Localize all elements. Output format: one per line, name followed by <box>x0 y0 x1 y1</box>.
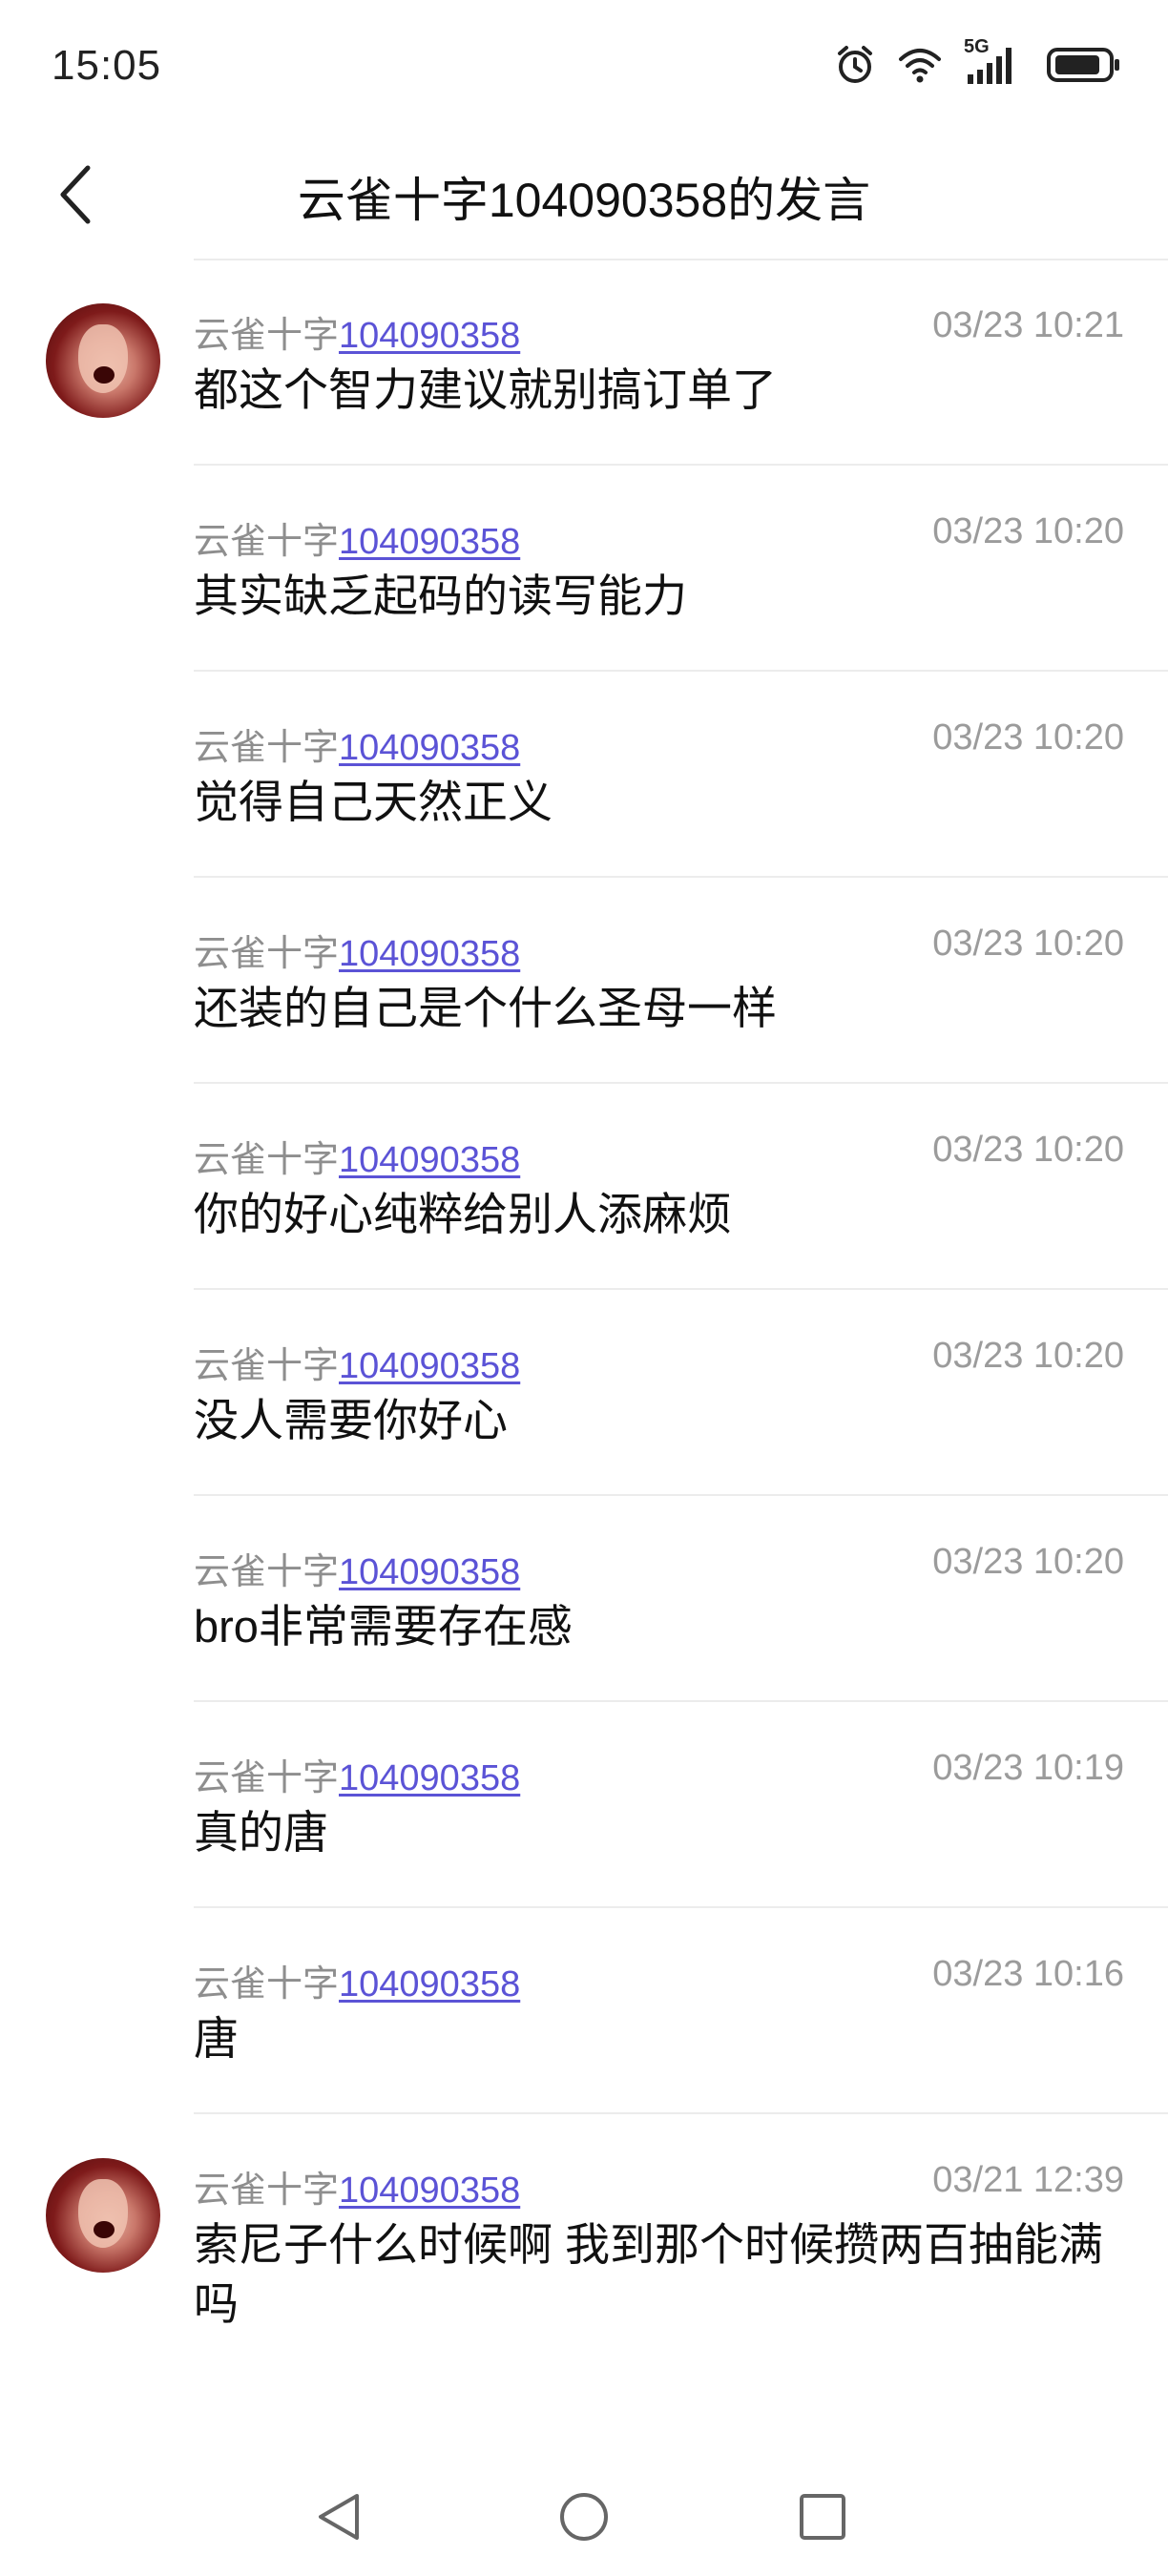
message-author: 云雀十字104090358 <box>194 717 520 770</box>
message-author: 云雀十字104090358 <box>194 1130 520 1182</box>
message-item[interactable]: 云雀十字104090358 03/21 12:39 索尼子什么时候啊 我到那个时候攒… <box>0 2114 1168 2362</box>
message-text: 还装的自己是个什么圣母一样 <box>194 983 777 1033</box>
author-name: 云雀十字 <box>194 728 340 768</box>
author-name: 云雀十字 <box>194 1552 340 1592</box>
author-name: 云雀十字 <box>194 1140 340 1180</box>
author-uid-link[interactable]: 104090358 <box>339 522 520 562</box>
author-uid-link[interactable]: 104090358 <box>339 1140 520 1180</box>
alarm-icon <box>834 44 876 86</box>
message-text: 索尼子什么时候啊 我到那个时候攒两百抽能满吗 <box>194 2219 1104 2329</box>
nav-home-button[interactable] <box>546 2479 622 2555</box>
message-text: bro非常需要存在感 <box>194 1601 573 1652</box>
message-content: 云雀十字104090358 03/23 10:21 都这个智力建议就别搞订单了 <box>194 260 1168 466</box>
author-uid-link[interactable]: 104090358 <box>339 1552 520 1592</box>
author-name: 云雀十字 <box>194 2171 340 2211</box>
battery-icon <box>1046 46 1122 84</box>
page-title: 云雀十字104090358的发言 <box>297 174 871 227</box>
avatar[interactable] <box>46 303 160 418</box>
message-author: 云雀十字104090358 <box>194 1542 520 1594</box>
message-item[interactable]: 云雀十字104090358 03/23 10:20 bro非常需要存在感 <box>0 1496 1168 1702</box>
message-time: 03/23 10:20 <box>932 924 1124 964</box>
message-author: 云雀十字104090358 <box>194 924 520 976</box>
author-uid-link[interactable]: 104090358 <box>339 1964 520 2005</box>
message-content: 云雀十字104090358 03/23 10:20 没人需要你好心 <box>194 1290 1168 1496</box>
message-author: 云雀十字104090358 <box>194 1748 520 1800</box>
back-triangle-icon <box>319 2494 359 2540</box>
avatar[interactable] <box>46 2158 160 2273</box>
author-name: 云雀十字 <box>194 1964 340 2005</box>
message-item[interactable]: 云雀十字104090358 03/23 10:20 没人需要你好心 <box>0 1290 1168 1496</box>
message-text: 没人需要你好心 <box>194 1395 508 1445</box>
message-author: 云雀十字104090358 <box>194 2160 520 2212</box>
message-time: 03/23 10:20 <box>932 717 1124 758</box>
message-time: 03/23 10:20 <box>932 1130 1124 1170</box>
nav-recents-button[interactable] <box>784 2479 861 2555</box>
message-time: 03/21 12:39 <box>932 2160 1124 2200</box>
message-time: 03/23 10:19 <box>932 1748 1124 1788</box>
home-circle-icon <box>560 2493 608 2541</box>
message-text: 都这个智力建议就别搞订单了 <box>194 364 777 415</box>
message-item[interactable]: 云雀十字104090358 03/23 10:21 都这个智力建议就别搞订单了 <box>0 260 1168 466</box>
message-content: 云雀十字104090358 03/23 10:20 bro非常需要存在感 <box>194 1496 1168 1702</box>
message-content: 云雀十字104090358 03/23 10:20 其实缺乏起码的读写能力 <box>194 466 1168 672</box>
author-uid-link[interactable]: 104090358 <box>339 1758 520 1798</box>
message-item[interactable]: 云雀十字104090358 03/23 10:16 唐 <box>0 1908 1168 2114</box>
author-uid-link[interactable]: 104090358 <box>339 728 520 768</box>
author-name: 云雀十字 <box>194 1758 340 1798</box>
message-text: 其实缺乏起码的读写能力 <box>194 571 687 621</box>
message-item[interactable]: 云雀十字104090358 03/23 10:20 你的好心纯粹给别人添麻烦 <box>0 1084 1168 1290</box>
system-nav-bar <box>0 2462 1168 2576</box>
message-time: 03/23 10:20 <box>932 1542 1124 1582</box>
message-content: 云雀十字104090358 03/23 10:20 你的好心纯粹给别人添麻烦 <box>194 1084 1168 1290</box>
status-bar: 15:05 5G <box>0 0 1168 134</box>
author-name: 云雀十字 <box>194 522 340 562</box>
status-icons: 5G <box>834 36 1122 86</box>
wifi-icon <box>897 46 943 84</box>
author-name: 云雀十字 <box>194 316 340 356</box>
message-item[interactable]: 云雀十字104090358 03/23 10:20 还装的自己是个什么圣母一样 <box>0 878 1168 1084</box>
message-text: 真的唐 <box>194 1807 328 1858</box>
message-author: 云雀十字104090358 <box>194 1954 520 2006</box>
message-item[interactable]: 云雀十字104090358 03/23 10:20 觉得自己天然正义 <box>0 672 1168 878</box>
message-author: 云雀十字104090358 <box>194 305 520 358</box>
message-author: 云雀十字104090358 <box>194 511 520 564</box>
message-content: 云雀十字104090358 03/21 12:39 索尼子什么时候啊 我到那个时候攒… <box>194 2114 1168 2362</box>
message-text: 觉得自己天然正义 <box>194 777 553 827</box>
status-time: 15:05 <box>52 42 162 89</box>
author-name: 云雀十字 <box>194 934 340 974</box>
message-item[interactable]: 云雀十字104090358 03/23 10:20 其实缺乏起码的读写能力 <box>0 466 1168 672</box>
author-uid-link[interactable]: 104090358 <box>339 1346 520 1386</box>
page-header: 云雀十字104090358的发言 <box>0 134 1168 258</box>
message-list[interactable]: 云雀十字104090358 03/23 10:21 都这个智力建议就别搞订单了 云雀十… <box>0 260 1168 2362</box>
message-time: 03/23 10:16 <box>932 1954 1124 1994</box>
author-uid-link[interactable]: 104090358 <box>339 2171 520 2211</box>
author-uid-link[interactable]: 104090358 <box>339 316 520 356</box>
message-content: 云雀十字104090358 03/23 10:20 觉得自己天然正义 <box>194 672 1168 878</box>
message-text: 你的好心纯粹给别人添麻烦 <box>194 1189 732 1239</box>
message-text: 唐 <box>194 2013 239 2064</box>
message-content: 云雀十字104090358 03/23 10:16 唐 <box>194 1908 1168 2114</box>
signal-icon: 5G <box>964 36 1025 86</box>
message-author: 云雀十字104090358 <box>194 1336 520 1388</box>
message-content: 云雀十字104090358 03/23 10:20 还装的自己是个什么圣母一样 <box>194 878 1168 1084</box>
network-label: 5G <box>964 36 990 57</box>
message-time: 03/23 10:21 <box>932 305 1124 345</box>
author-name: 云雀十字 <box>194 1346 340 1386</box>
message-content: 云雀十字104090358 03/23 10:19 真的唐 <box>194 1702 1168 1908</box>
message-time: 03/23 10:20 <box>932 511 1124 551</box>
message-item[interactable]: 云雀十字104090358 03/23 10:19 真的唐 <box>0 1702 1168 1908</box>
nav-back-button[interactable] <box>302 2479 378 2555</box>
message-time: 03/23 10:20 <box>932 1336 1124 1376</box>
author-uid-link[interactable]: 104090358 <box>339 934 520 974</box>
recents-square-icon <box>800 2494 845 2540</box>
